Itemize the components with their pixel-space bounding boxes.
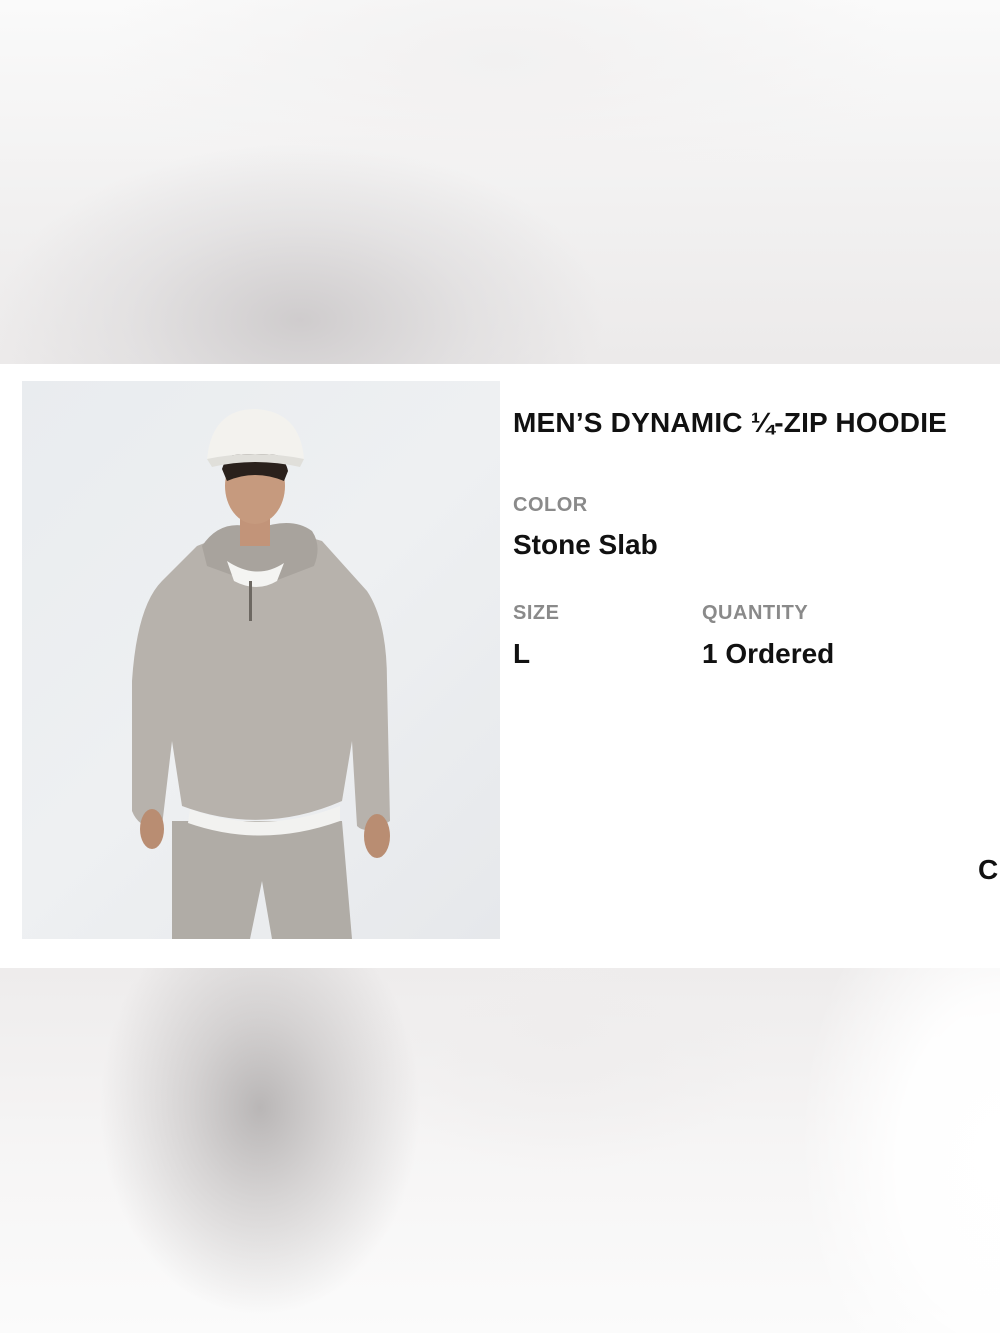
color-label: COLOR [513, 494, 588, 516]
truncated-text: C [978, 854, 999, 885]
blurred-background-bottom [0, 968, 1000, 1333]
order-item-card: MEN’S DYNAMIC ¼-ZIP HOODIE COLOR Stone S… [0, 364, 1000, 968]
product-details: MEN’S DYNAMIC ¼-ZIP HOODIE COLOR Stone S… [513, 364, 1000, 968]
background-highlight [680, 968, 1000, 1333]
hoodie-model-illustration [132, 409, 390, 939]
size-label: SIZE [513, 602, 560, 624]
blurred-background-top [0, 0, 1000, 364]
quantity-value: 1 Ordered [702, 638, 835, 669]
screen: MEN’S DYNAMIC ¼-ZIP HOODIE COLOR Stone S… [0, 0, 1000, 1333]
quantity-label: QUANTITY [702, 602, 809, 624]
color-value: Stone Slab [513, 529, 658, 560]
product-title[interactable]: MEN’S DYNAMIC ¼-ZIP HOODIE [513, 407, 947, 439]
size-value: L [513, 638, 531, 669]
product-image[interactable] [22, 381, 500, 939]
